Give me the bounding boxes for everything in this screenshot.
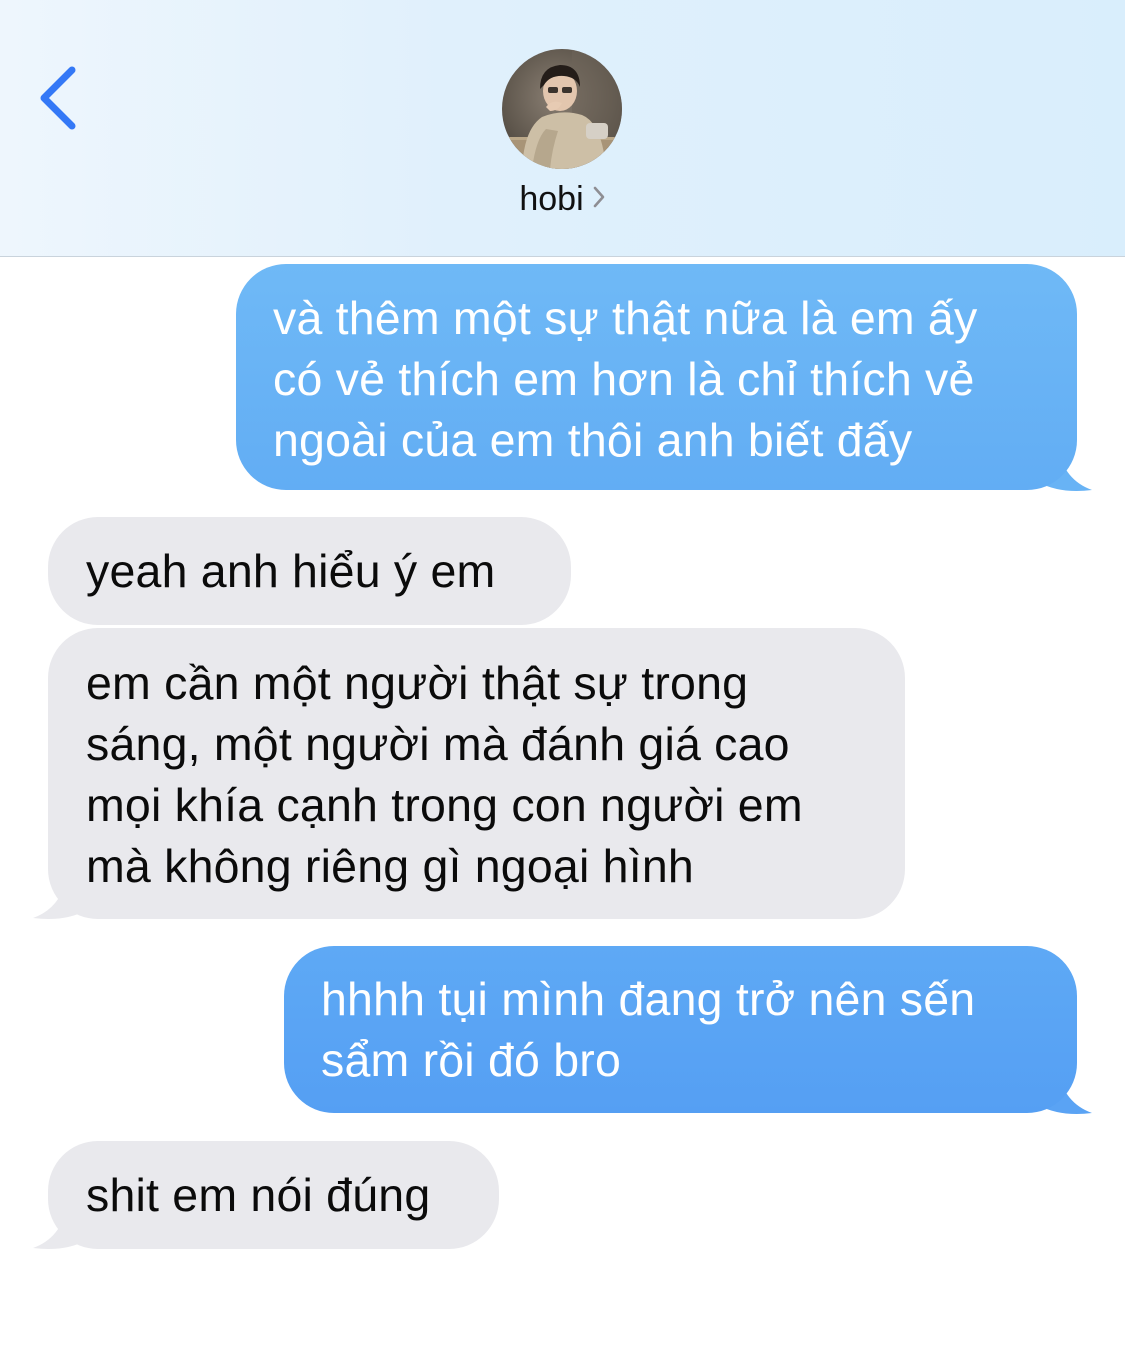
message-text: em cần một người thật sự trong sáng, một… <box>86 657 803 892</box>
message-text: shit em nói đúng <box>86 1169 431 1221</box>
avatar-photo <box>502 49 622 169</box>
message-bubble-received[interactable]: em cần một người thật sự trong sáng, một… <box>48 628 905 919</box>
message-text: hhhh tụi mình đang trở nên sến sẩm rồi đ… <box>321 973 976 1086</box>
back-button[interactable] <box>30 60 90 140</box>
contact-name: hobi <box>519 180 584 218</box>
message-bubble-sent[interactable]: hhhh tụi mình đang trở nên sến sẩm rồi đ… <box>284 946 1077 1113</box>
message-text: yeah anh hiểu ý em <box>86 545 496 597</box>
conversation-header: hobi <box>0 0 1125 257</box>
message-bubble-sent[interactable]: và thêm một sự thật nữa là em ấy có vẻ t… <box>236 264 1077 490</box>
message-bubble-received[interactable]: shit em nói đúng <box>48 1141 499 1249</box>
chevron-left-icon <box>40 66 76 130</box>
chevron-right-icon <box>592 185 606 214</box>
message-bubble-received[interactable]: yeah anh hiểu ý em <box>48 517 571 625</box>
message-text: và thêm một sự thật nữa là em ấy có vẻ t… <box>273 292 978 466</box>
contact-avatar[interactable] <box>502 49 622 169</box>
contact-name-row[interactable]: hobi <box>0 180 1125 219</box>
